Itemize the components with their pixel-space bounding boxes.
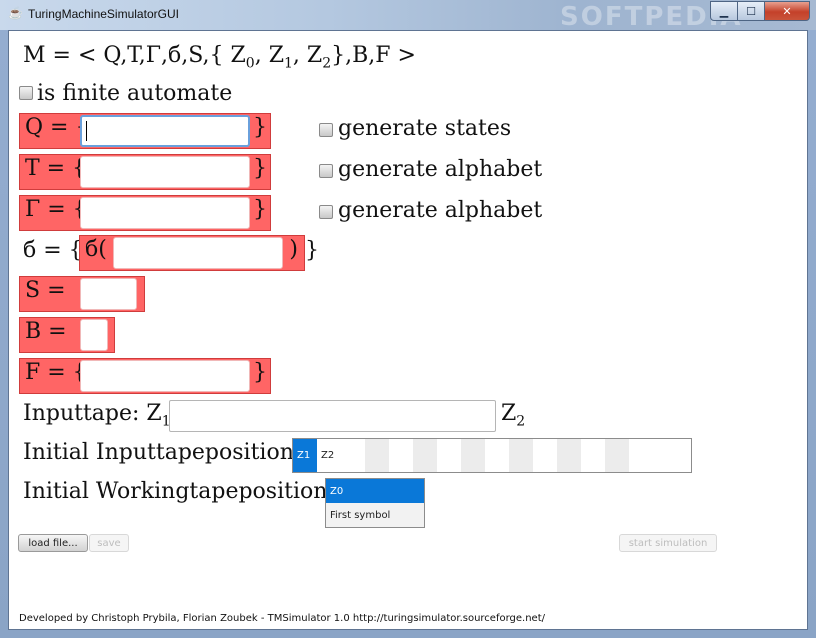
f-field-group: F = { }: [19, 358, 271, 394]
tape-cell[interactable]: [389, 439, 413, 472]
generate-states-box[interactable]: [319, 123, 333, 137]
delta-inner-close: ): [289, 237, 298, 262]
inputtape-right-sub: 2: [516, 413, 526, 430]
definition-z2-sub: 2: [322, 55, 332, 72]
generate-states-checkbox[interactable]: [319, 122, 333, 141]
tape-cell-filler: [533, 439, 557, 472]
main-panel: M = < Q,T,Γ,б,S,{ Z0, Z1, Z2},B,F > is f…: [8, 30, 808, 630]
list-item[interactable]: Z0: [326, 479, 424, 503]
delta-outer-close: }: [305, 238, 319, 263]
finite-automate-box[interactable]: [19, 86, 33, 100]
generate-states-label: generate states: [338, 116, 512, 141]
definition-suffix: },B,F >: [331, 43, 416, 68]
java-cup-icon: ☕: [8, 6, 23, 20]
s-input[interactable]: [80, 278, 137, 310]
f-input[interactable]: [80, 360, 250, 392]
t-field-group: T = { }: [19, 154, 271, 190]
s-field-group: S =: [19, 276, 145, 312]
inputtape-position-list[interactable]: Z1 Z2: [292, 438, 692, 473]
finite-automate-checkbox[interactable]: [19, 85, 33, 104]
definition-sep1: , Z: [254, 43, 284, 68]
tape-cell[interactable]: [413, 439, 437, 472]
tape-cell[interactable]: Z2: [317, 439, 341, 472]
inputtape-right: Z2: [501, 401, 525, 429]
close-button[interactable]: ✕: [765, 1, 810, 21]
machine-definition: M = < Q,T,Γ,б,S,{ Z0, Z1, Z2},B,F >: [23, 43, 416, 71]
delta-field-group: б( ): [79, 235, 305, 271]
window-controls: ▁ ☐ ✕: [710, 1, 810, 21]
footer-credits: Developed by Christoph Prybila, Florian …: [19, 613, 545, 624]
tape-cell-filler: [581, 439, 605, 472]
title-bar[interactable]: ☕ TuringMachineSimulatorGUI SOFTPEDIA ▁ …: [0, 0, 816, 32]
f-label: F = {: [25, 360, 87, 385]
finite-automate-label: is finite automate: [37, 81, 233, 106]
b-input[interactable]: [80, 319, 108, 351]
gamma-close-brace: }: [253, 197, 267, 222]
b-label: B =: [25, 319, 67, 344]
f-close-brace: }: [253, 360, 267, 385]
window-title: TuringMachineSimulatorGUI: [28, 7, 179, 21]
definition-prefix: M = < Q,T,Γ,б,S,{ Z: [23, 43, 246, 68]
inputtape-right-text: Z: [501, 401, 517, 426]
tape-cell[interactable]: [461, 439, 485, 472]
delta-outer-open: б = {: [23, 238, 83, 263]
tape-cell[interactable]: Z1: [293, 439, 317, 472]
definition-sep2: , Z: [292, 43, 323, 68]
workingtape-position-list[interactable]: Z0 First symbol: [325, 478, 425, 528]
initial-workingtape-label: Initial Workingtapeposition:: [23, 479, 335, 504]
tape-cell-filler: [629, 439, 653, 472]
t-label: T = {: [25, 156, 87, 181]
definition-z1-sub: 1: [284, 55, 293, 72]
tape-cell-filler: [605, 439, 629, 472]
t-close-brace: }: [253, 156, 267, 181]
text-caret: [86, 121, 87, 141]
tape-cell[interactable]: [509, 439, 533, 472]
tape-cell[interactable]: [365, 439, 389, 472]
generate-alphabet-checkbox[interactable]: [319, 163, 333, 182]
q-field-group: Q = { }: [19, 113, 271, 149]
load-file-button[interactable]: load file...: [18, 534, 88, 552]
minimize-button[interactable]: ▁: [710, 1, 738, 21]
maximize-button[interactable]: ☐: [738, 1, 765, 21]
q-input[interactable]: [80, 115, 250, 147]
definition-z0-sub: 0: [245, 55, 255, 72]
app-window: ☕ TuringMachineSimulatorGUI SOFTPEDIA ▁ …: [0, 0, 816, 638]
tape-cell[interactable]: [341, 439, 365, 472]
generate-tape-alphabet-label: generate alphabet: [338, 198, 543, 223]
inputtape-label: Inputtape: Z1: [23, 401, 171, 429]
generate-alphabet-box[interactable]: [319, 164, 333, 178]
inputtape-input[interactable]: [169, 400, 496, 432]
b-field-group: B =: [19, 317, 115, 353]
list-item[interactable]: First symbol: [326, 503, 424, 527]
tape-cell-filler: [557, 439, 581, 472]
start-simulation-button[interactable]: start simulation: [619, 534, 717, 552]
tape-cell[interactable]: [485, 439, 509, 472]
generate-tape-alphabet-checkbox[interactable]: [319, 204, 333, 223]
tape-cell[interactable]: [437, 439, 461, 472]
inputtape-label-text: Inputtape: Z: [23, 401, 162, 426]
initial-inputtape-label: Initial Inputtapeposition:: [23, 440, 302, 465]
gamma-input[interactable]: [80, 197, 250, 229]
gamma-label: Γ = {: [25, 197, 87, 222]
gamma-field-group: Γ = { }: [19, 195, 271, 231]
save-button[interactable]: save: [89, 534, 129, 552]
delta-input[interactable]: [113, 237, 283, 269]
q-close-brace: }: [253, 115, 267, 140]
generate-tape-alphabet-box[interactable]: [319, 205, 333, 219]
delta-inner-open: б(: [85, 237, 107, 262]
generate-alphabet-label: generate alphabet: [338, 157, 543, 182]
s-label: S =: [25, 278, 66, 303]
t-input[interactable]: [80, 156, 250, 188]
